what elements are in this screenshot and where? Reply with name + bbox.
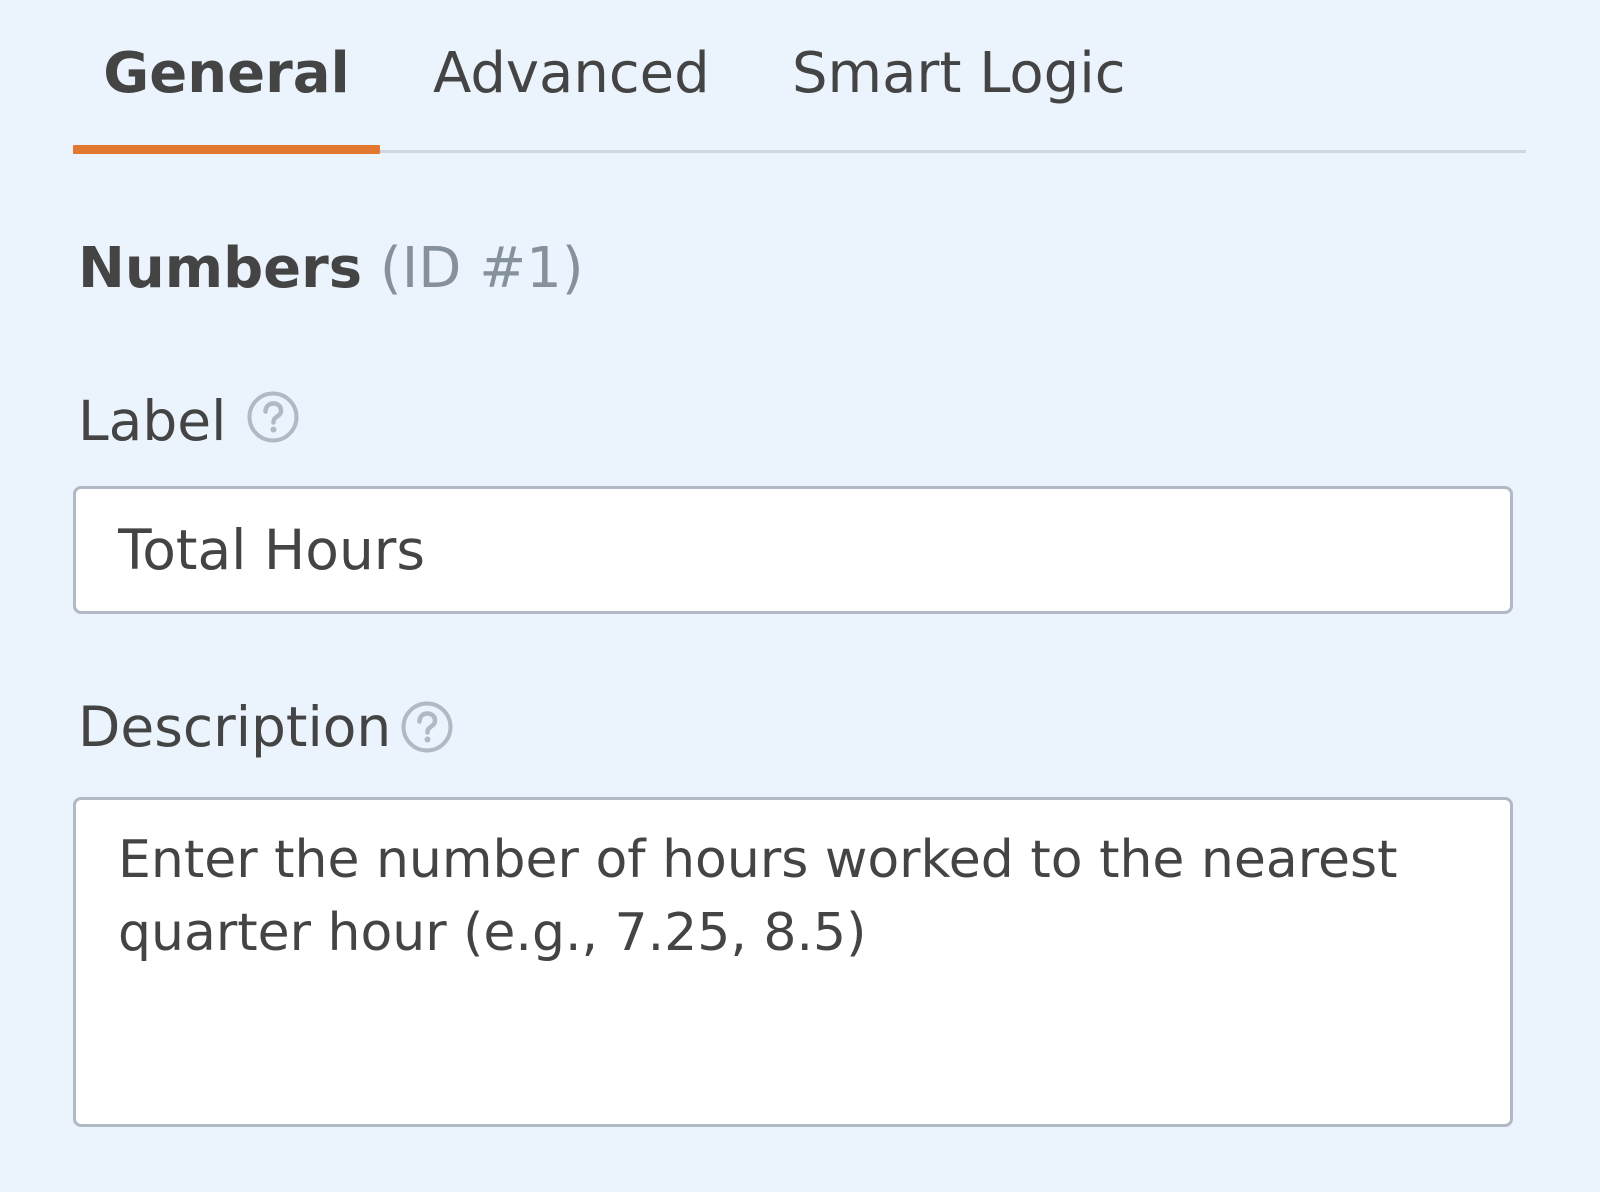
label-option-label: Label: [78, 389, 227, 453]
field-options-tabs: General Advanced Smart Logic: [73, 0, 1526, 156]
field-options-panel: General Advanced Smart Logic Numbers (ID…: [0, 0, 1600, 1192]
active-tab-indicator: [73, 145, 380, 154]
description-option-label: Description: [78, 695, 392, 759]
description-textarea[interactable]: Enter the number of hours worked to the …: [73, 797, 1513, 1127]
tab-smart-logic[interactable]: Smart Logic: [792, 38, 1132, 156]
question-circle-icon[interactable]: [400, 700, 454, 754]
field-id: (ID #1): [379, 236, 584, 301]
field-type-name: Numbers: [78, 236, 363, 301]
tab-general[interactable]: General: [73, 38, 380, 156]
label-input[interactable]: [73, 486, 1513, 614]
tab-advanced[interactable]: Advanced: [433, 38, 710, 156]
field-title: Numbers (ID #1): [78, 233, 584, 305]
question-circle-icon[interactable]: [246, 390, 300, 444]
